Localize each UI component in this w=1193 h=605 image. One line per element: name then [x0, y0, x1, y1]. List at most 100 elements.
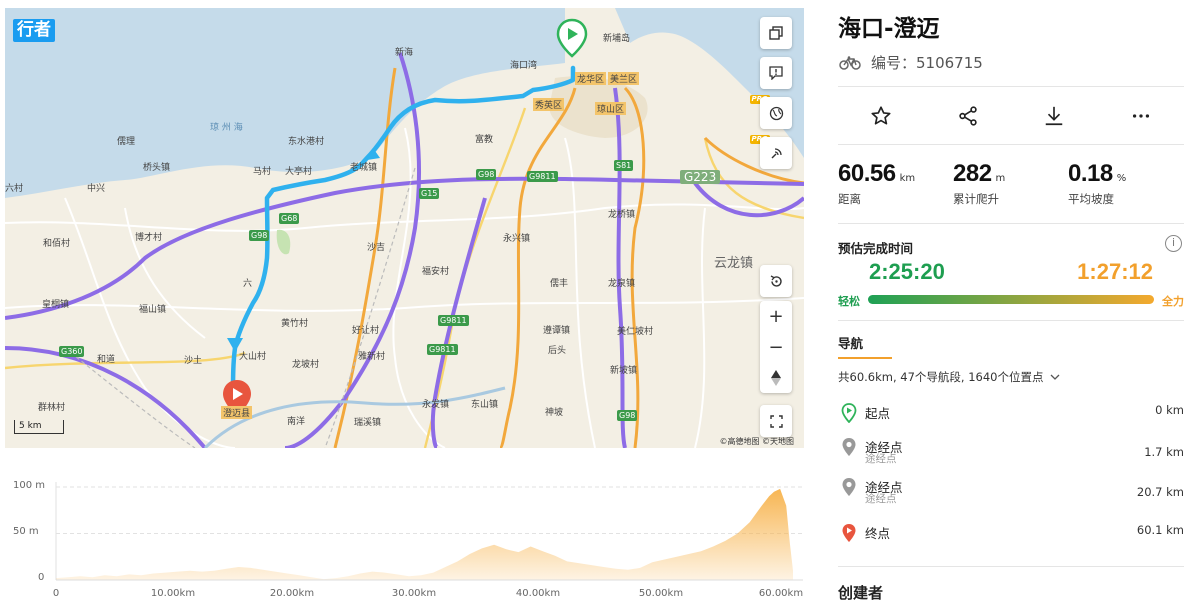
stat-label: 平均坡度 — [1068, 192, 1114, 206]
route-details-panel: 海口-澄迈 编号：5106715 60.56 km 距离 282 m 累计爬升 0.… — [838, 0, 1184, 605]
divider — [838, 223, 1184, 224]
waypoint-via[interactable]: 途经点 途经点 20.7 km — [838, 477, 1184, 507]
divider — [838, 144, 1184, 145]
map-label: 桥头镇 — [143, 163, 171, 173]
info-icon[interactable]: i — [1165, 235, 1182, 252]
road-badge: G9811 — [527, 171, 558, 182]
map-label: 儒丰 — [550, 279, 569, 289]
map-label: 福安村 — [422, 267, 450, 277]
waypoint-end[interactable]: 终点 60.1 km — [838, 523, 1184, 553]
fullscreen-button[interactable] — [760, 405, 792, 437]
map-label: 沙吉 — [367, 243, 386, 253]
map-label: 新海 — [395, 48, 414, 58]
road-badge: G98 — [249, 230, 270, 241]
x-tick-label: 60.00km — [758, 588, 804, 599]
navigation-summary[interactable]: 共60.6km, 47个导航段, 1640个位置点 — [838, 369, 1060, 385]
road-badge: G98 — [617, 410, 638, 421]
x-tick-label: 0 — [52, 588, 60, 599]
map-label: 沙土 — [184, 356, 203, 366]
map-label: 新坡镇 — [610, 366, 638, 376]
via-pin-icon — [842, 478, 856, 496]
waypoint-type: 途经点 — [865, 453, 897, 465]
x-tick-label: 30.00km — [391, 588, 437, 599]
copy-icon — [769, 26, 783, 40]
x-tick-label: 40.00km — [515, 588, 561, 599]
y-tick-label: 0 — [38, 572, 45, 583]
download-button[interactable] — [1011, 98, 1098, 134]
action-bar — [838, 98, 1184, 134]
map-label: 儒理 — [117, 137, 136, 147]
app-logo: 行者 — [13, 19, 55, 42]
road-badge: G9811 — [438, 315, 469, 326]
reset-view-button[interactable] — [760, 265, 792, 297]
bicycle-icon — [839, 55, 861, 70]
route-id: 编号：5106715 — [871, 54, 983, 72]
zoom-out-button[interactable]: − — [760, 332, 792, 363]
waypoint-via[interactable]: 途经点 途经点 1.7 km — [838, 437, 1184, 467]
feedback-icon — [769, 66, 783, 80]
x-tick-label: 20.00km — [269, 588, 315, 599]
map-label: 龙桥镇 — [608, 210, 636, 220]
layers-button[interactable] — [760, 17, 792, 49]
road-badge: G68 — [279, 213, 300, 224]
map-label: 美兰区 — [608, 72, 640, 85]
zoom-controls: + − — [760, 301, 792, 393]
map-label: 大亭村 — [285, 167, 313, 177]
map-label: 新埔岛 — [603, 34, 631, 44]
zoom-in-button[interactable]: + — [760, 301, 792, 332]
x-tick-label: 50.00km — [638, 588, 684, 599]
elevation-chart[interactable]: 100 m 50 m 0 0 10.00km 20.00km 30.00km 4… — [5, 462, 805, 605]
road-badge: G223 — [680, 170, 721, 184]
favorite-button[interactable] — [838, 98, 925, 134]
map-label: 神坡 — [545, 408, 564, 418]
stat-unit: km — [899, 173, 916, 184]
map-label: 东山镇 — [471, 400, 499, 410]
waypoint-distance: 20.7 km — [1136, 485, 1184, 499]
map-label: 琼 州 海 — [210, 123, 243, 133]
road-badge: G9811 — [427, 344, 458, 355]
stat-value: 282 — [953, 160, 992, 187]
globe-button[interactable] — [760, 97, 792, 129]
waypoint-name: 终点 — [865, 526, 891, 541]
compass-button[interactable] — [760, 362, 792, 393]
elevation-plot — [55, 482, 803, 581]
download-icon — [1046, 106, 1063, 126]
more-button[interactable] — [1098, 98, 1185, 134]
fullscreen-icon — [769, 414, 783, 428]
map-label: 好让村 — [352, 326, 380, 336]
map-label: 和道 — [97, 355, 116, 365]
route-map[interactable]: 行者 新海 海口湾 新埔岛 美兰区 龙华区 秀英区 琼山区 琼 州 海 东水港村… — [5, 8, 804, 448]
start-pin-icon — [841, 403, 857, 423]
elevation-area — [56, 488, 793, 580]
map-label: 南洋 — [287, 417, 306, 427]
divider — [838, 320, 1184, 321]
stat-unit: m — [995, 173, 1006, 184]
map-label: 龙泉镇 — [608, 279, 636, 289]
chevron-down-icon — [1050, 374, 1059, 380]
easy-time: 2:25:20 — [869, 259, 945, 284]
creator-title: 创建者 — [838, 584, 884, 602]
road-badge: G98 — [476, 169, 497, 180]
y-tick-label: 100 m — [13, 480, 46, 491]
map-label: 后头 — [548, 346, 567, 356]
heatmap-button[interactable] — [760, 137, 792, 169]
report-button[interactable] — [760, 57, 792, 89]
map-label: 永兴镇 — [503, 234, 531, 244]
navigation-tab-indicator — [838, 357, 892, 359]
map-label: 六 — [243, 279, 253, 289]
hard-time: 1:27:12 — [1077, 259, 1153, 284]
map-label: 云龙镇 — [714, 256, 754, 271]
map-label: 皇桐镇 — [42, 300, 70, 310]
stat-avg-grade: 0.18% 平均坡度 — [1068, 160, 1126, 207]
waypoint-distance: 0 km — [1155, 403, 1184, 417]
via-pin-icon — [842, 438, 856, 456]
share-button[interactable] — [925, 98, 1012, 134]
waypoint-start[interactable]: 起点 0 km — [838, 403, 1184, 433]
estimate-title: 预估完成时间 — [838, 241, 914, 256]
map-label: 东水港村 — [288, 137, 325, 147]
map-label: 遵谭镇 — [543, 326, 571, 336]
map-label: 富教 — [475, 135, 494, 145]
stat-label: 累计爬升 — [953, 192, 999, 206]
map-label: 黄竹村 — [281, 319, 309, 329]
map-label: 澄迈县 — [221, 406, 253, 419]
